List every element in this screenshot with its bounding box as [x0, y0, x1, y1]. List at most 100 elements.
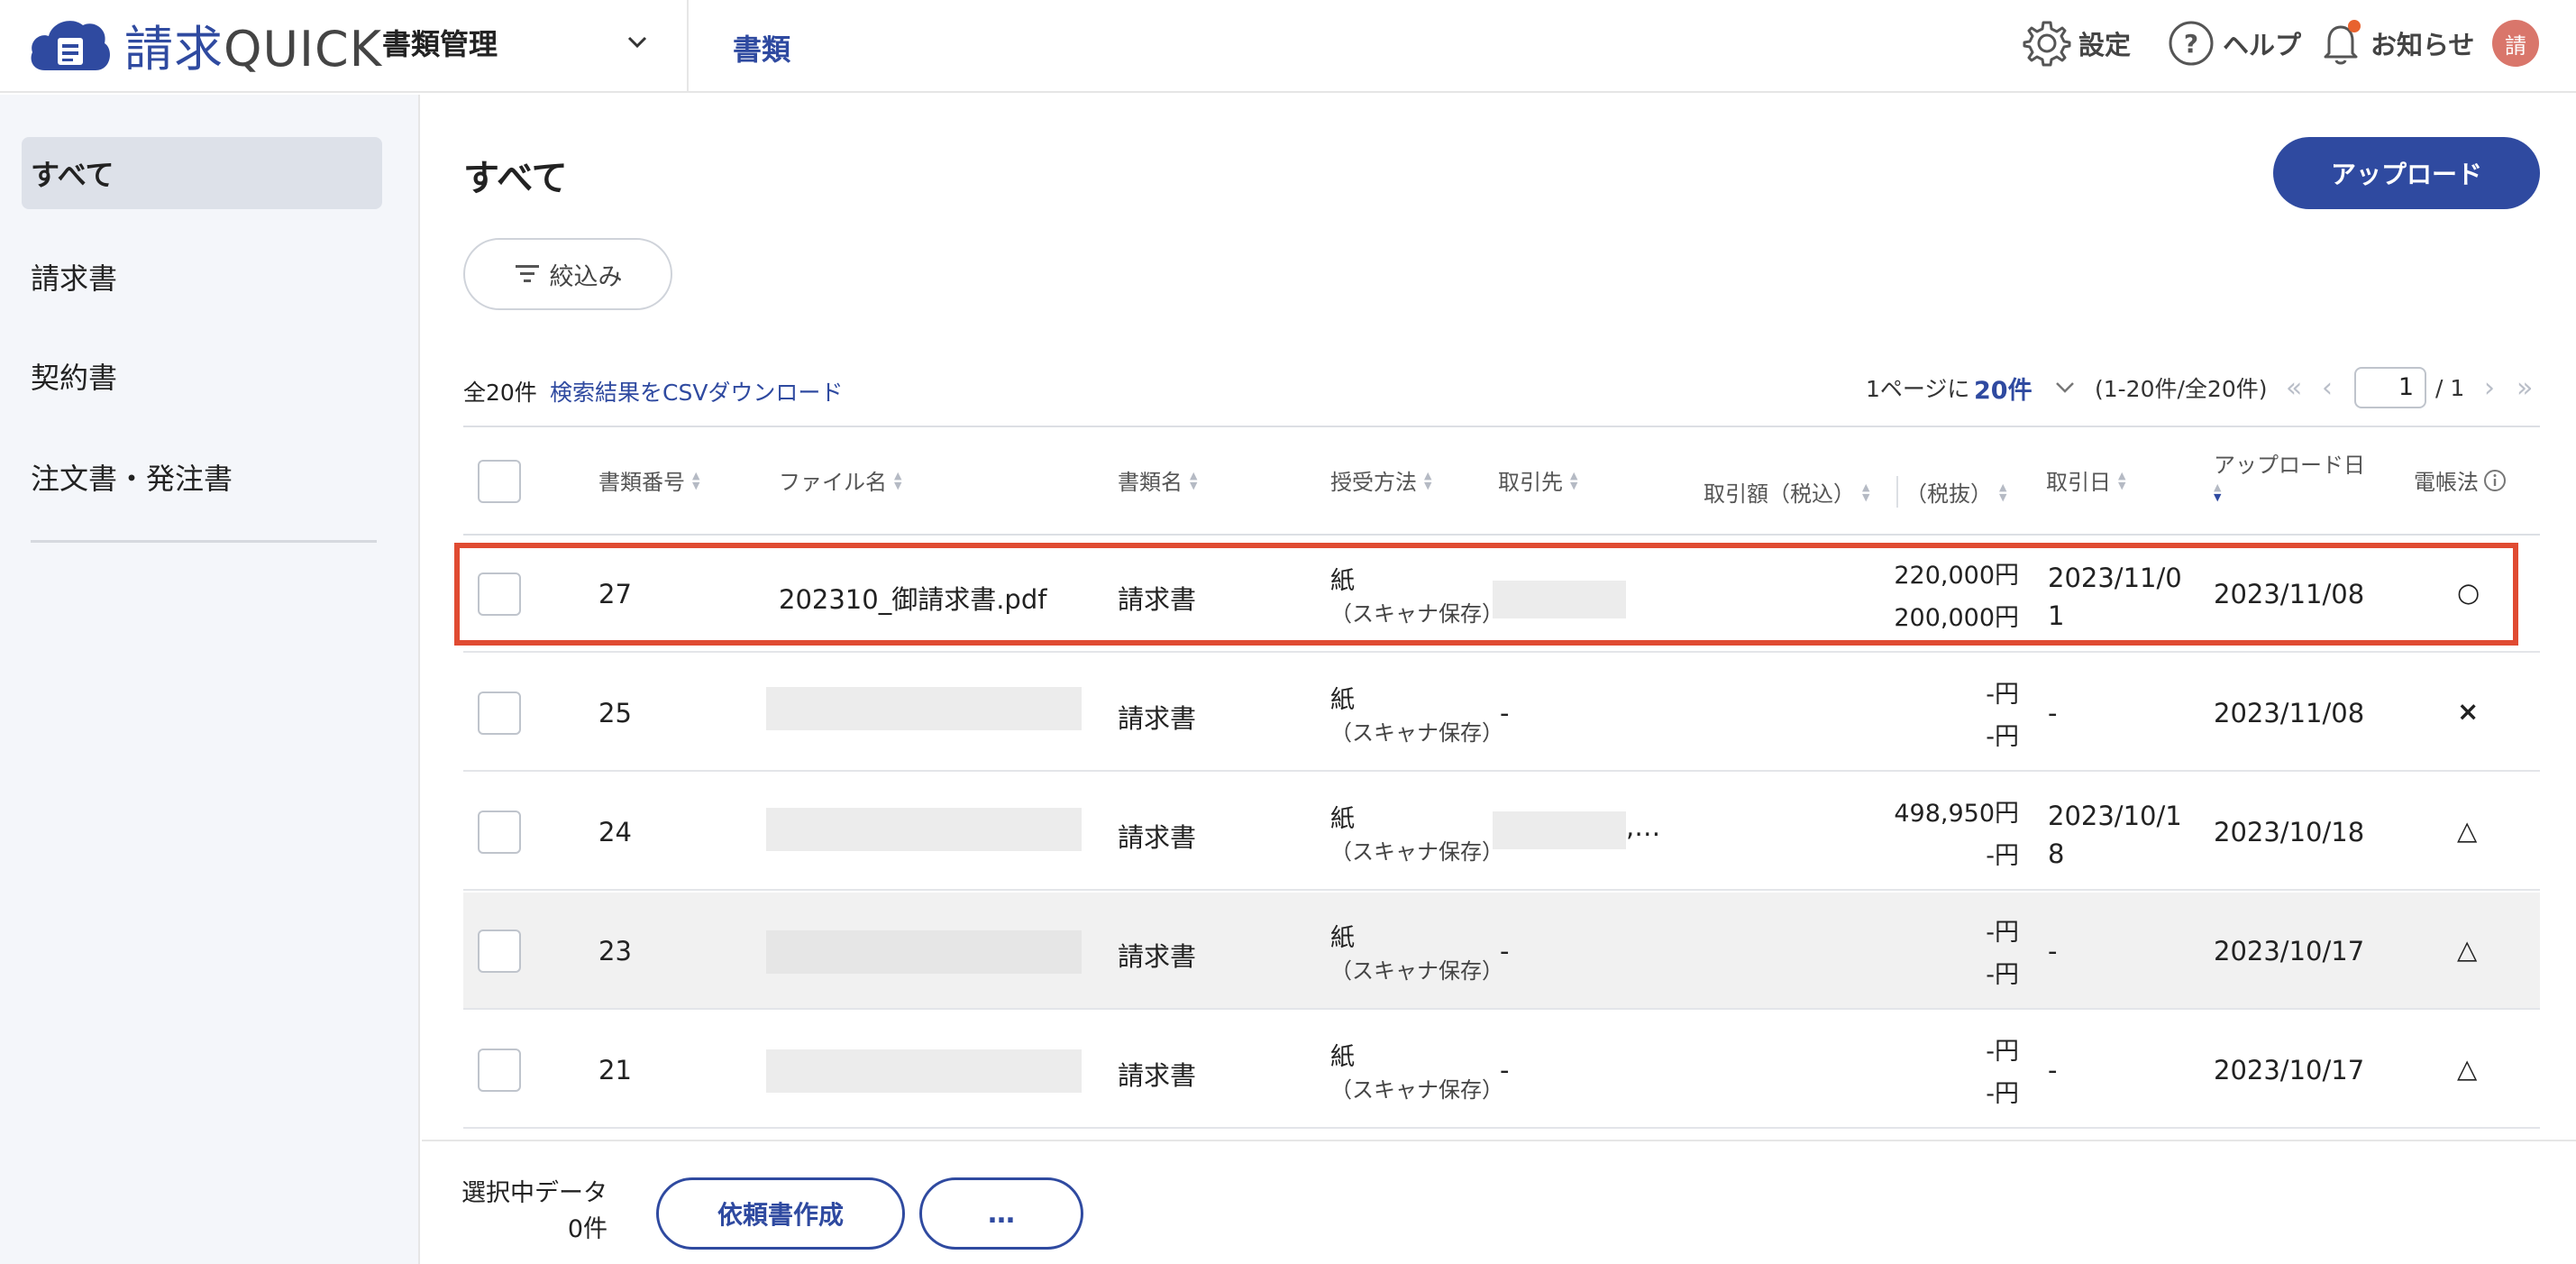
- sort-icon: ▲ ▼: [2118, 469, 2126, 491]
- settings-button[interactable]: 設定: [2023, 18, 2131, 69]
- column-header-upload-date[interactable]: アップロード日 ▲ ▼: [2214, 447, 2365, 502]
- next-page-button[interactable]: ›: [2484, 368, 2495, 408]
- doc-number: 23: [598, 936, 632, 966]
- info-icon[interactable]: [2482, 468, 2507, 493]
- doc-number: 27: [598, 579, 632, 609]
- upload-button[interactable]: アップロード: [2273, 137, 2540, 209]
- method: 紙 （スキャナ保存）: [1330, 805, 1503, 865]
- per-page-chevron[interactable]: [2051, 368, 2078, 408]
- sort-icon: ▲ ▼: [894, 469, 902, 491]
- row-checkbox[interactable]: [478, 811, 521, 854]
- sidebar-item-all[interactable]: すべて: [22, 137, 382, 209]
- redacted-file-name: [766, 930, 1082, 974]
- row-checkbox[interactable]: [478, 1049, 521, 1092]
- amount: 498,950円 -円: [1894, 800, 2019, 870]
- sidebar-item-orders[interactable]: 注文書・発注書: [22, 441, 382, 513]
- file-name[interactable]: 202310_御請求書.pdf: [779, 579, 1046, 617]
- sidebar-item-invoices[interactable]: 請求書: [22, 241, 382, 313]
- redacted-file-name: [766, 687, 1082, 730]
- app-logo[interactable]: 請求QUICK: [27, 13, 382, 78]
- selected-data-label: 選択中データ: [461, 1179, 607, 1207]
- partner: -: [1500, 698, 1510, 728]
- logo-text: 請求QUICK: [124, 20, 383, 78]
- table-top-border: [463, 426, 2540, 427]
- doc-number: 24: [598, 817, 632, 847]
- amount: -円 -円: [1986, 681, 2019, 751]
- gear-icon: [2023, 21, 2071, 67]
- chevron-down-icon: [2056, 382, 2074, 393]
- trade-date: -: [2048, 698, 2058, 728]
- help-button[interactable]: ? ヘルプ: [2167, 18, 2301, 69]
- csv-download-link[interactable]: 検索結果をCSVダウンロード: [550, 375, 843, 408]
- method: 紙 （スキャナ保存）: [1330, 924, 1503, 984]
- redacted-file-name: [766, 1049, 1082, 1093]
- more-actions-button[interactable]: …: [919, 1177, 1083, 1250]
- doc-type: 請求書: [1118, 703, 1197, 734]
- sort-icon: ▲ ▼: [1570, 469, 1578, 491]
- row-checkbox[interactable]: [478, 930, 521, 973]
- partner: -: [1500, 1055, 1510, 1085]
- column-header-trade-date[interactable]: 取引日 ▲ ▼: [2046, 464, 2125, 496]
- avatar[interactable]: 請: [2492, 20, 2539, 67]
- selection-action-bar: 選択中データ 0件 依頼書作成 …: [422, 1140, 2576, 1264]
- partner: -: [1500, 936, 1510, 966]
- sort-icon: ▲ ▼: [1862, 481, 1870, 503]
- column-header-amount-excl[interactable]: （税抜） ▲ ▼: [1896, 476, 2006, 508]
- column-header-ebook-law[interactable]: 電帳法: [2414, 464, 2507, 496]
- select-all-checkbox[interactable]: [478, 460, 521, 503]
- filter-label: 絞込み: [549, 262, 623, 291]
- row-checkbox[interactable]: [478, 572, 521, 616]
- sort-icon: ▲ ▼: [1190, 469, 1198, 491]
- column-header-amount-incl[interactable]: 取引額（税込） ▲ ▼: [1704, 476, 1869, 508]
- sidebar-divider: [31, 540, 377, 543]
- doc-type: 請求書: [1118, 822, 1197, 853]
- upload-date: 2023/10/17: [2214, 936, 2365, 966]
- page-total: / 1: [2435, 374, 2465, 401]
- method: 紙 （スキャナ保存）: [1330, 567, 1503, 627]
- trade-date: 2023/10/1 8: [2048, 801, 2182, 869]
- selection-status: 選択中データ 0件: [461, 1176, 607, 1248]
- prev-page-button[interactable]: ‹: [2322, 368, 2333, 408]
- sort-icon: ▲ ▼: [1999, 481, 2007, 503]
- nav-documents[interactable]: 書類: [733, 27, 790, 69]
- range-text: (1-20件/全20件): [2095, 376, 2268, 402]
- total-count: 全20件: [463, 380, 537, 406]
- cloud-document-icon: [31, 21, 110, 70]
- module-selector-label[interactable]: 書類管理: [382, 22, 498, 63]
- ebook-status: △: [2457, 815, 2478, 846]
- method: 紙 （スキャナ保存）: [1330, 686, 1503, 746]
- ebook-status: ○: [2457, 577, 2480, 608]
- per-page-select[interactable]: 20件: [1974, 368, 2032, 408]
- ebook-status: △: [2457, 934, 2478, 965]
- chevron-down-icon[interactable]: [622, 27, 653, 58]
- redacted-partner: [1493, 581, 1626, 618]
- help-label: ヘルプ: [2223, 30, 2302, 60]
- redacted-partner: [1493, 811, 1626, 849]
- upload-date: 2023/10/17: [2214, 1055, 2365, 1085]
- doc-number: 21: [598, 1055, 632, 1085]
- method: 紙 （スキャナ保存）: [1330, 1043, 1503, 1103]
- column-header-doc-no[interactable]: 書類番号 ▲ ▼: [598, 464, 699, 496]
- upload-date: 2023/11/08: [2214, 698, 2365, 728]
- sidebar-item-contracts[interactable]: 契約書: [22, 340, 382, 412]
- trade-date: 2023/11/0 1: [2048, 563, 2182, 631]
- column-header-file-name[interactable]: ファイル名 ▲ ▼: [779, 464, 901, 496]
- ebook-status: △: [2457, 1053, 2478, 1084]
- amount: -円 -円: [1986, 919, 2019, 989]
- partner-ellipsis: ,…: [1626, 811, 1661, 842]
- doc-number: 25: [598, 698, 632, 728]
- row-checkbox[interactable]: [478, 692, 521, 735]
- column-header-method[interactable]: 授受方法 ▲ ▼: [1330, 464, 1431, 496]
- column-header-partner[interactable]: 取引先 ▲ ▼: [1498, 464, 1577, 496]
- page-number-input[interactable]: 1: [2354, 367, 2426, 408]
- notifications-button[interactable]: お知らせ: [2318, 18, 2474, 69]
- create-request-button[interactable]: 依頼書作成: [656, 1177, 905, 1250]
- ebook-status: ×: [2457, 696, 2480, 727]
- sort-desc-icon: ▲ ▼: [2214, 481, 2222, 503]
- redacted-file-name: [766, 808, 1082, 851]
- last-page-button[interactable]: »: [2517, 368, 2533, 408]
- column-header-doc-type[interactable]: 書類名 ▲ ▼: [1118, 464, 1197, 496]
- first-page-button[interactable]: «: [2286, 368, 2302, 408]
- filter-button[interactable]: 絞込み: [463, 238, 672, 310]
- sidebar: すべて 請求書 契約書 注文書・発注書: [0, 95, 420, 1264]
